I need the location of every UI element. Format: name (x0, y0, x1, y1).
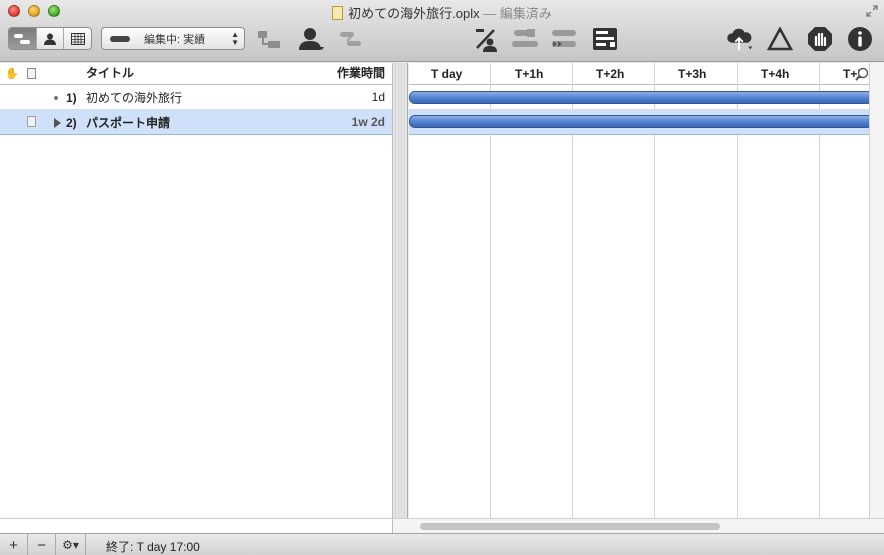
baseline-pill-icon (110, 35, 130, 42)
show-changes-icon[interactable] (765, 25, 795, 53)
outline-footer (0, 518, 393, 533)
task-effort[interactable]: 1d (372, 90, 385, 104)
horizontal-scrollbar[interactable] (393, 518, 884, 533)
level-resources-icon[interactable] (336, 25, 366, 53)
view-state-label: 編集中: 実績 (144, 33, 206, 46)
inspector-info-icon[interactable] (845, 25, 875, 53)
toolbar: 初めての海外旅行.oplx — 編集済み 編集中: 実績 ▲ ▼ (0, 0, 884, 62)
disclosure-triangle-icon[interactable] (54, 118, 61, 128)
task-title[interactable]: 初めての海外旅行 (86, 89, 182, 106)
outline-row[interactable]: 1) 初めての海外旅行 1d (0, 85, 392, 110)
vertical-scrollbar[interactable] (869, 63, 884, 518)
project-end-status: 終了: T day 17:00 (106, 540, 200, 554)
note-icon[interactable] (27, 116, 36, 127)
calendar-view-icon[interactable] (64, 28, 91, 49)
outline-header: ✋ タイトル 作業時間 (0, 63, 392, 85)
view-mode-control[interactable] (8, 27, 92, 50)
violations-stop-icon[interactable] (805, 25, 835, 53)
gantt-row (409, 110, 869, 135)
gantt-header: T day T+1h T+2h T+3h T+4h T+5 (409, 63, 869, 85)
gantt-column-label: T+4h (761, 67, 790, 81)
assign-resource-icon[interactable] (296, 25, 326, 53)
edited-status: — 編集済み (483, 6, 552, 21)
document-icon (332, 6, 344, 20)
action-gear-button[interactable]: ⚙▾ (56, 534, 86, 555)
gantt-chart[interactable]: T day T+1h T+2h T+3h T+4h T+5 (409, 63, 869, 518)
group-bar[interactable] (409, 115, 869, 128)
fullscreen-icon[interactable] (866, 5, 878, 17)
publish-cloud-icon[interactable] (725, 25, 755, 53)
add-milestone-icon[interactable] (510, 25, 540, 53)
status-bar: + − ⚙▾ 終了: T day 17:00 (0, 533, 884, 555)
gantt-column-label: T+2h (596, 67, 625, 81)
task-bullet-icon (54, 96, 58, 100)
scroll-thumb[interactable] (420, 523, 720, 530)
row-number: 2) (66, 116, 77, 130)
status-hand-icon: ✋ (5, 68, 19, 80)
row-number: 1) (66, 91, 77, 105)
catch-up-icon[interactable] (549, 25, 579, 53)
inspector-styles-icon[interactable] (590, 25, 620, 53)
view-state-popup[interactable]: 編集中: 実績 ▲ ▼ (101, 27, 245, 50)
document-name: 初めての海外旅行.oplx (348, 6, 480, 21)
resource-view-icon[interactable] (37, 28, 65, 49)
popup-arrows-icon: ▲ ▼ (231, 30, 239, 47)
zoom-icon[interactable] (855, 67, 869, 81)
column-header-effort[interactable]: 作業時間 (337, 64, 385, 81)
gantt-view-icon[interactable] (9, 28, 37, 49)
note-column-icon (27, 68, 36, 79)
add-task-button[interactable]: + (0, 534, 28, 555)
outline-row[interactable]: 2) パスポート申請 1w 2d (0, 110, 392, 135)
remove-task-button[interactable]: − (28, 534, 56, 555)
add-dependency-icon[interactable] (254, 25, 284, 53)
window-title: 初めての海外旅行.oplx — 編集済み (0, 3, 884, 22)
task-bar[interactable] (409, 91, 869, 104)
outline-pane[interactable]: ✋ タイトル 作業時間 1) 初めての海外旅行 1d 2) パスポート申請 1w… (0, 63, 393, 518)
gantt-column-label: T day (431, 67, 463, 81)
pane-splitter[interactable] (393, 63, 408, 518)
column-header-title[interactable]: タイトル (86, 64, 134, 81)
task-title[interactable]: パスポート申請 (86, 114, 170, 131)
gantt-column-label: T+1h (515, 67, 544, 81)
gantt-column-label: T+3h (678, 67, 707, 81)
split-task-icon[interactable] (471, 25, 501, 53)
task-effort[interactable]: 1w 2d (352, 115, 385, 129)
gantt-row (409, 85, 869, 110)
